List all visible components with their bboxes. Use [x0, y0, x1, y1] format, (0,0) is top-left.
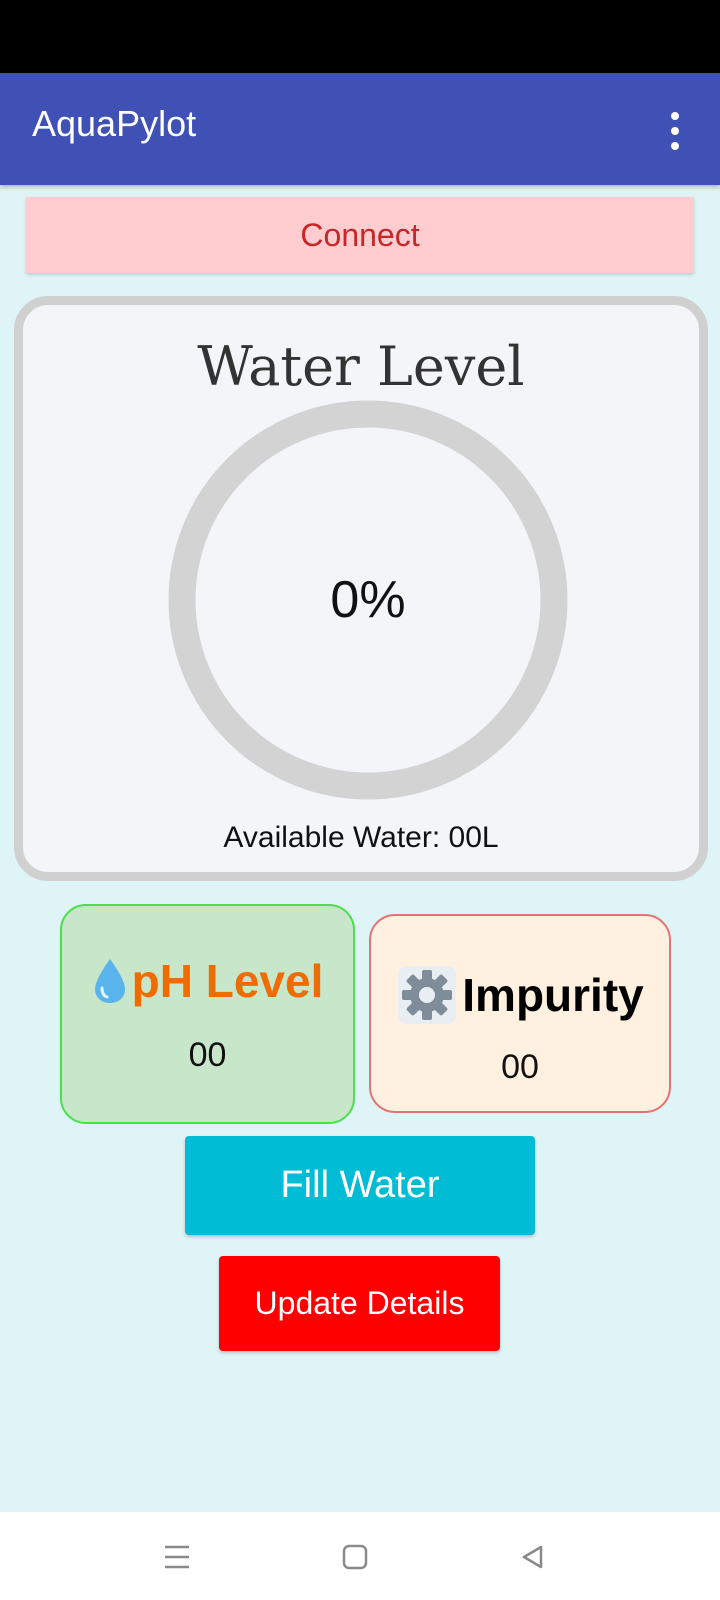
app-bar: AquaPylot	[0, 73, 720, 185]
home-icon[interactable]	[330, 1534, 380, 1580]
recent-apps-icon[interactable]	[152, 1534, 202, 1580]
update-details-button[interactable]: Update Details	[219, 1256, 500, 1351]
connect-button[interactable]: Connect	[26, 197, 694, 273]
fill-water-button[interactable]: Fill Water	[185, 1136, 535, 1235]
water-level-card: Water Level 0% Available Water: 00L	[14, 296, 708, 881]
system-nav-bar	[0, 1512, 720, 1600]
impurity-label: Impurity	[462, 969, 644, 1021]
back-icon[interactable]	[508, 1534, 558, 1580]
impurity-card: Impurity 00	[369, 914, 671, 1113]
ph-level-value: 00	[188, 1036, 227, 1074]
gear-icon	[396, 964, 458, 1026]
water-drop-icon	[92, 957, 128, 1005]
water-level-gauge: 0%	[168, 400, 568, 800]
app-title: AquaPylot	[32, 103, 197, 144]
ph-level-label: pH Level	[131, 955, 324, 1007]
status-bar	[0, 0, 720, 73]
available-water-text: Available Water: 00L	[223, 821, 499, 854]
water-level-percent: 0%	[330, 571, 406, 629]
ph-level-card: pH Level 00	[60, 904, 355, 1124]
impurity-value: 00	[501, 1048, 539, 1086]
overflow-menu-icon[interactable]	[655, 101, 695, 161]
water-level-title: Water Level	[197, 335, 525, 398]
